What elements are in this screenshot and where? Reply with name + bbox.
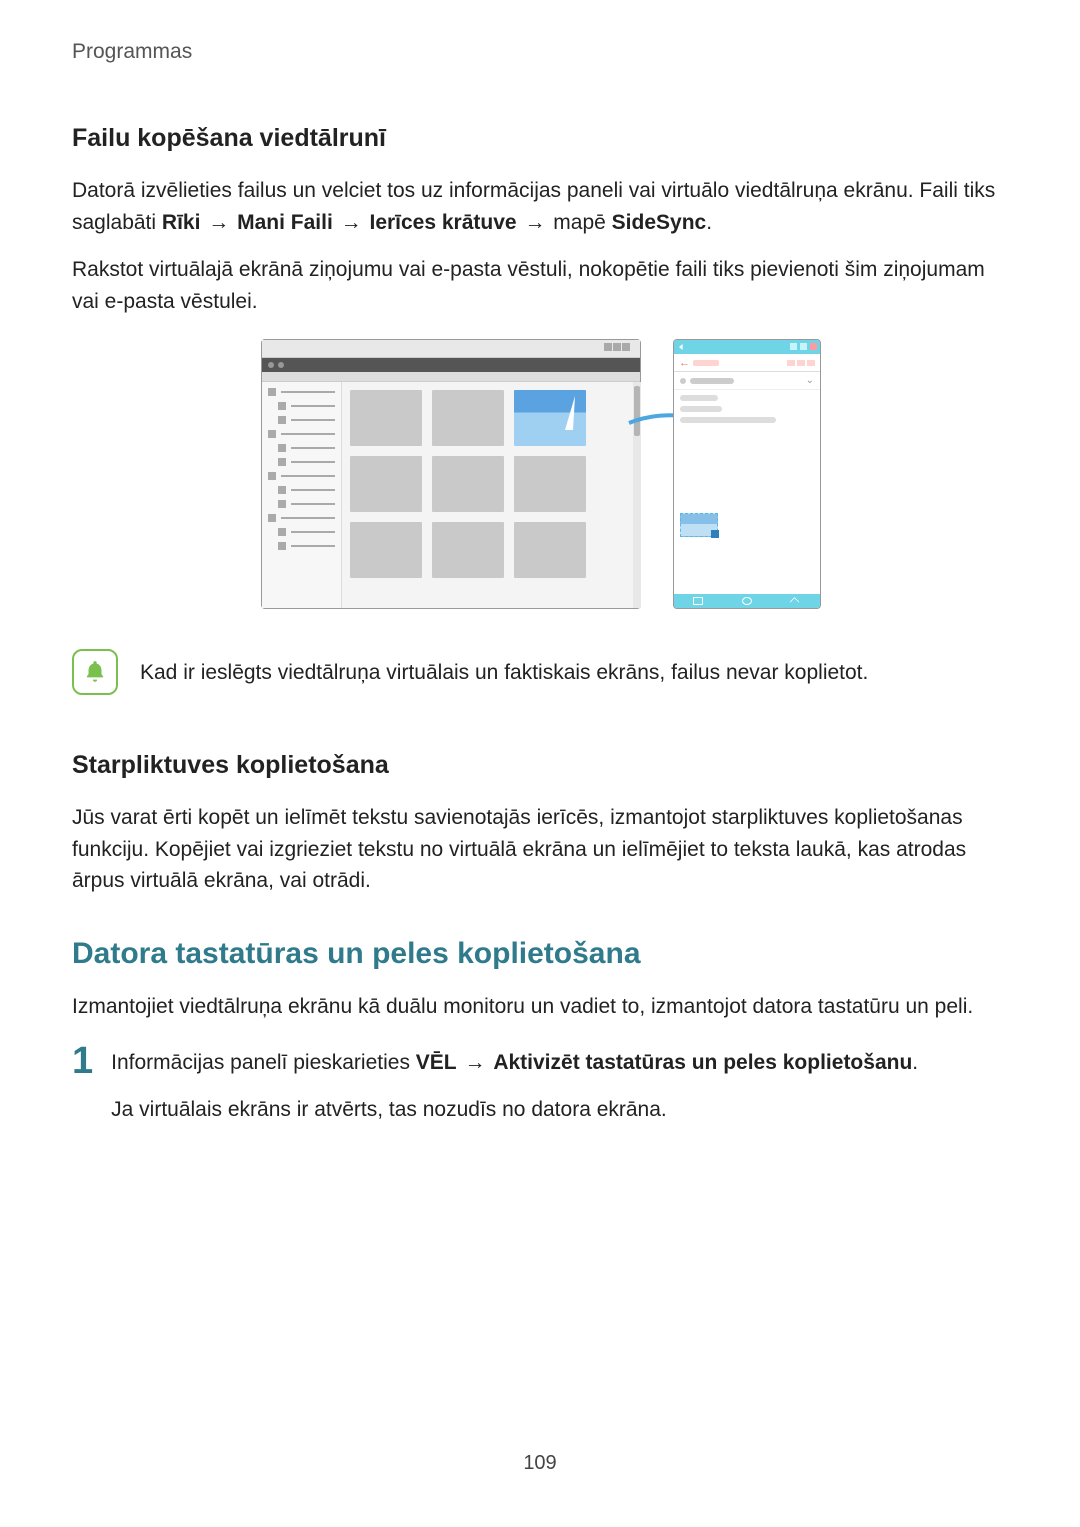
window-sidebar [262, 382, 342, 608]
step-item: 1 Informācijas panelī pieskarieties VĒL … [72, 1046, 1010, 1140]
text: . [706, 211, 712, 234]
thumbnail [350, 522, 422, 578]
window-toolbar [262, 358, 640, 372]
step-text: Informācijas panelī pieskarieties VĒL → … [111, 1046, 1010, 1079]
arrow-icon: → [206, 211, 231, 234]
arrow-icon: → [462, 1051, 487, 1074]
thumbnail [432, 390, 504, 446]
phone-navbar [674, 594, 820, 608]
paragraph: Izmantojiet viedtālruņa ekrānu kā duālu … [72, 991, 1010, 1023]
heading-keyboard-mouse-share: Datora tastatūras un peles koplietošana [72, 937, 1010, 971]
thumbnail [350, 456, 422, 512]
phone-content [674, 390, 820, 433]
bell-icon [72, 649, 118, 695]
menu-label: Aktivizēt tastatūras un peles koplietoša… [493, 1051, 912, 1074]
illustration-file-copy: ← ⌄ [261, 339, 821, 619]
thumbnail [350, 390, 422, 446]
desktop-window [261, 339, 641, 609]
thumbnail [514, 522, 586, 578]
heading-file-copy: Failu kopēšana viedtālrunī [72, 124, 1010, 153]
step-number: 1 [72, 1042, 93, 1080]
path-segment: Mani Faili [237, 211, 333, 234]
phone-titlebar [674, 340, 820, 354]
thumbnail [432, 456, 504, 512]
text: . [912, 1051, 918, 1074]
thumbnail [514, 456, 586, 512]
window-titlebar [262, 340, 640, 358]
arrow-icon: → [339, 211, 364, 234]
attachment-thumbnail [680, 513, 718, 537]
menu-label: VĒL [416, 1051, 457, 1074]
thumbnail [432, 522, 504, 578]
paragraph: Datorā izvēlieties failus un velciet tos… [72, 175, 1010, 238]
heading-clipboard-share: Starpliktuves koplietošana [72, 751, 1010, 780]
phone-field: ⌄ [674, 372, 820, 390]
note-callout: Kad ir ieslēgts viedtālruņa virtuālais u… [72, 649, 1010, 695]
text: Informācijas panelī pieskarieties [111, 1051, 416, 1074]
breadcrumb: Programmas [72, 40, 1010, 64]
text: mapē [553, 211, 611, 234]
phone-window: ← ⌄ [673, 339, 821, 609]
step-text: Ja virtuālais ekrāns ir atvērts, tas noz… [111, 1093, 1010, 1126]
arrow-icon: → [522, 211, 547, 234]
path-segment: SideSync [612, 211, 707, 234]
phone-appbar: ← [674, 354, 820, 372]
paragraph: Rakstot virtuālajā ekrānā ziņojumu vai e… [72, 254, 1010, 317]
window-ribbon [262, 372, 640, 382]
thumbnail-photo [514, 390, 586, 446]
scrollbar [633, 382, 641, 608]
back-icon: ← [679, 357, 690, 369]
page-number: 109 [0, 1452, 1080, 1475]
paragraph: Jūs varat ērti kopēt un ielīmēt tekstu s… [72, 802, 1010, 897]
note-text: Kad ir ieslēgts viedtālruņa virtuālais u… [140, 649, 868, 689]
thumbnail-grid [342, 382, 640, 608]
path-segment: Ierīces krātuve [369, 211, 516, 234]
path-segment: Rīki [162, 211, 201, 234]
chevron-down-icon: ⌄ [806, 375, 814, 386]
